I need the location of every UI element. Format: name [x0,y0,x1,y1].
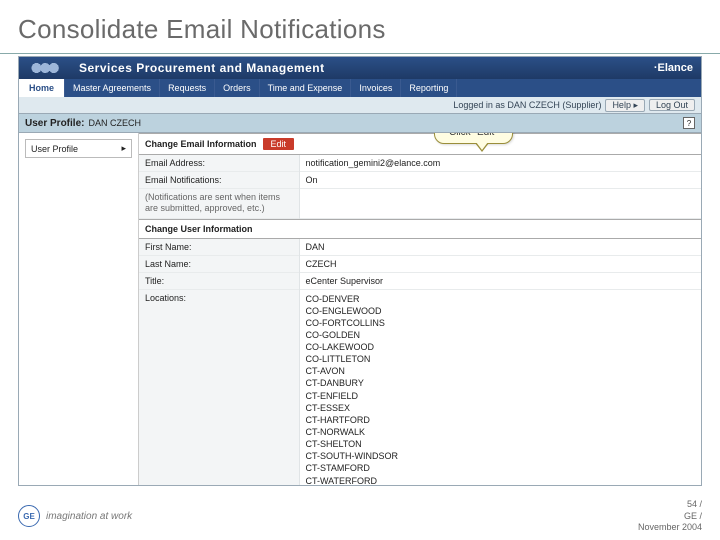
footer-date: November 2004 [638,522,702,534]
email-address-value: notification_gemini2@elance.com [299,155,701,172]
ge-logo-icon: GE [18,505,40,527]
email-notif-value: On [299,172,701,189]
user-form: First Name: DAN Last Name: CZECH Title: … [139,239,701,486]
table-row: Last Name: CZECH [139,255,701,272]
company-short: GE / [638,511,702,523]
title-divider [0,53,720,54]
nav-invoices[interactable]: Invoices [351,79,401,97]
ge-tagline: imagination at work [46,511,132,522]
table-row: Email Notifications: On [139,172,701,189]
logout-button[interactable]: Log Out [649,99,695,111]
app-banner: Services Procurement and Management ·Ela… [19,57,701,79]
email-address-label: Email Address: [139,155,299,172]
main-panel: Click "Edit" Change Email Information Ed… [139,133,701,485]
nav-requests[interactable]: Requests [160,79,215,97]
slide-footer: GE imagination at work 54 / GE / Novembe… [18,499,702,534]
table-row: Locations: CO-DENVERCO-ENGLEWOODCO-FORTC… [139,289,701,485]
logged-in-text: Logged in as DAN CZECH (Supplier) [453,100,601,110]
title-value: eCenter Supervisor [299,272,701,289]
title-label: Title: [139,272,299,289]
sidebar-item-label: User Profile [31,144,78,154]
section-header-label: Change User Information [145,224,253,234]
section-change-email: Change Email Information Edit [139,133,701,155]
edit-button[interactable]: Edit [263,138,295,150]
help-button[interactable]: Help ▸ [605,99,645,112]
banner-title: Services Procurement and Management [79,61,325,75]
table-row: (Notifications are sent when items are s… [139,189,701,219]
table-row: Email Address: notification_gemini2@elan… [139,155,701,172]
table-row: First Name: DAN [139,239,701,256]
top-nav: Home Master Agreements Requests Orders T… [19,79,701,97]
page-number: 54 / [638,499,702,511]
last-name-value: CZECH [299,255,701,272]
email-form: Email Address: notification_gemini2@elan… [139,155,701,219]
locations-value: CO-DENVERCO-ENGLEWOODCO-FORTCOLLINSCO-GO… [299,289,701,485]
body: User Profile ▸ Click "Edit" Change Email… [19,133,701,485]
nav-time-expense[interactable]: Time and Expense [260,79,352,97]
last-name-label: Last Name: [139,255,299,272]
sub-nav: Logged in as DAN CZECH (Supplier) Help ▸… [19,97,701,113]
nav-master-agreements[interactable]: Master Agreements [65,79,160,97]
first-name-value: DAN [299,239,701,256]
slide-title: Consolidate Email Notifications [0,0,720,49]
profile-name: DAN CZECH [88,118,141,128]
sidebar: User Profile ▸ [19,133,139,485]
help-icon[interactable]: ? [683,117,695,129]
nav-reporting[interactable]: Reporting [401,79,457,97]
nav-home[interactable]: Home [19,79,65,97]
brand-label: ·Elance [654,62,693,74]
app-window: Services Procurement and Management ·Ela… [18,56,702,486]
ge-rings-icon [25,60,73,76]
callout-click-edit: Click "Edit" [434,133,513,144]
section-change-user: Change User Information [139,219,701,239]
chevron-right-icon: ▸ [121,143,126,154]
profile-label: User Profile: [25,118,84,129]
email-note: (Notifications are sent when items are s… [139,189,299,219]
nav-orders[interactable]: Orders [215,79,260,97]
ge-brand: GE imagination at work [18,505,132,527]
sidebar-item-user-profile[interactable]: User Profile ▸ [25,139,132,158]
profile-bar: User Profile: DAN CZECH ? [19,113,701,133]
table-row: Title: eCenter Supervisor [139,272,701,289]
section-header-label: Change Email Information [145,139,257,149]
email-notif-label: Email Notifications: [139,172,299,189]
first-name-label: First Name: [139,239,299,256]
footer-meta: 54 / GE / November 2004 [638,499,702,534]
locations-label: Locations: [139,289,299,485]
